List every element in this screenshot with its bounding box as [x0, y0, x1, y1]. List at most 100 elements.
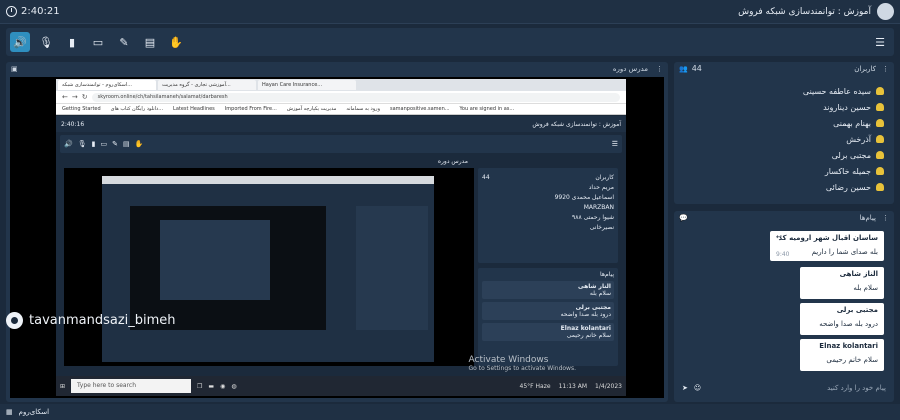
messages-header: 💬 پیام‌ها ⋮	[674, 211, 894, 224]
users-more-icon[interactable]: ⋮	[882, 65, 889, 73]
bookmark[interactable]: ورود به سمامانه	[346, 106, 380, 112]
task-view-icon[interactable]: ❐	[197, 383, 202, 390]
pen-button[interactable]: ✎	[114, 32, 134, 52]
inner-user: مریم حداد	[588, 184, 614, 191]
inner-message-name: Elnaz kolantari	[560, 325, 611, 332]
message[interactable]: ساسان اقبال شهر ارومیه کد بله صدای شما ر…	[770, 231, 884, 261]
user-item[interactable]: مجتبی برلی	[684, 147, 884, 163]
inner-user: اسماعیل محمدی 9920	[554, 194, 614, 201]
channel-watermark: tavanmandsazi_bimeh	[6, 312, 176, 329]
activate-windows-notice: Activate Windows Go to Settings to activ…	[469, 355, 576, 372]
bookmark[interactable]: Latest Headlines	[173, 106, 215, 112]
message-time: 9:40	[776, 251, 790, 258]
inner-user: MARZBAN	[583, 204, 614, 211]
user-item[interactable]: آذرخش	[684, 131, 884, 147]
top-bar: 2:40:21 آموزش : توانمندسازی شبکه فروش	[0, 0, 900, 24]
inner-message-body: درود بله صدا واضحه	[560, 311, 611, 318]
activate-subtitle: Go to Settings to activate Windows.	[468, 365, 576, 372]
message[interactable]: Elnaz kolantari سلام خانم رحیمی	[800, 339, 884, 371]
presenter-settings-icon[interactable]: ▣	[11, 65, 18, 73]
user-icon	[876, 167, 884, 175]
forward-arrow-icon[interactable]: →	[72, 93, 78, 101]
message-body: بله صدای شما را داریم	[811, 248, 878, 256]
message[interactable]: الناز شاهی سلام بله	[800, 267, 884, 299]
emoji-icon[interactable]: ☺	[694, 384, 701, 392]
user-name: حسین رضائی	[825, 182, 871, 192]
bookmark[interactable]: مدیریت یکپارچه آموزش	[287, 106, 336, 112]
watermark-text: tavanmandsazi_bimeh	[29, 313, 176, 328]
user-item[interactable]: جمیله خاکسار	[684, 163, 884, 179]
nested-screen	[102, 176, 434, 362]
user-item[interactable]: سیده عاطفه حسینی	[684, 83, 884, 99]
browser-tab[interactable]: آموزشی تجاری - گروه مدیریت...	[158, 80, 256, 90]
users-list: سیده عاطفه حسینی حسین دیناروند بهنام بهم…	[674, 75, 894, 203]
user-item[interactable]: بهنام بهمنی	[684, 115, 884, 131]
inner-user: شیوا رحمتی ۹۸۸	[572, 214, 614, 221]
user-item[interactable]: حسین رضائی	[684, 179, 884, 195]
presenter-more-icon[interactable]: ⋮	[656, 65, 663, 73]
camera-button[interactable]: ▮	[62, 32, 82, 52]
message-sender: الناز شاهی	[839, 270, 878, 278]
inner-message-body: سلام خانم رحیمی	[566, 332, 611, 339]
footer-brand: اسکای‌روم	[18, 408, 50, 416]
inner-user: نصیرخانی	[589, 224, 614, 231]
speaker-icon: 🔊	[13, 35, 27, 49]
file-explorer-icon[interactable]: ▬	[208, 383, 214, 390]
taskbar-search[interactable]: Type here to search	[71, 379, 192, 393]
speaker-button[interactable]: 🔊	[10, 32, 30, 52]
inner-users-panel: کاربران 44 مریم حداد اسماعیل محمدی 9920 …	[478, 168, 618, 263]
bookmark[interactable]: You are signed in as...	[460, 106, 515, 112]
inner-pen-icon: ✎	[112, 140, 118, 148]
inner-users-title: کاربران	[595, 174, 614, 181]
board-icon: ▤	[144, 35, 156, 49]
chrome-icon[interactable]: ◉	[220, 383, 225, 390]
message-input[interactable]: پیام خود را وارد کنید	[707, 384, 886, 392]
nested-stage-deep	[160, 220, 270, 300]
bookmark[interactable]: samanpositive.samen...	[390, 106, 450, 112]
reload-icon[interactable]: ↻	[82, 93, 88, 101]
presenter-header: ▣ مدرس دوره ⋮	[6, 62, 668, 75]
inner-mic-icon: 🎙	[77, 140, 87, 148]
firefox-icon[interactable]: ◍	[231, 383, 236, 390]
inner-presenter-title: مدرس دوره	[437, 158, 468, 165]
video-stage: اسکای‌روم - توانمندسازی شبکه... آموزشی ت…	[10, 77, 664, 398]
windows-start-icon[interactable]: ⊞	[60, 383, 65, 390]
inner-hamburger-icon: ☰	[611, 140, 618, 148]
inner-messages-title: پیام‌ها	[599, 271, 614, 278]
bookmark[interactable]: Getting Started	[62, 106, 101, 112]
send-icon[interactable]: ➤	[682, 384, 688, 392]
messages-more-icon[interactable]: ⋮	[882, 214, 889, 222]
user-icon	[876, 87, 884, 95]
shared-screen: اسکای‌روم - توانمندسازی شبکه... آموزشی ت…	[56, 79, 626, 396]
bookmark[interactable]: دانلود رایگان کتاب های...	[111, 106, 163, 112]
browser-tab[interactable]: اسکای‌روم - توانمندسازی شبکه...	[58, 80, 156, 90]
users-panel: 👥 44 کاربران ⋮ سیده عاطفه حسینی حسین دین…	[674, 62, 894, 204]
message-sender: Elnaz kolantari	[819, 342, 878, 350]
bookmark[interactable]: Imported From Fire...	[225, 106, 277, 112]
raise-hand-button[interactable]: ✋	[166, 32, 186, 52]
browser-tab-strip: اسکای‌روم - توانمندسازی شبکه... آموزشی ت…	[56, 79, 626, 91]
message-sender: مجتبی برلی	[836, 306, 878, 314]
menu-button[interactable]: ☰	[870, 32, 890, 52]
hamburger-icon: ☰	[875, 35, 885, 49]
inner-message: النار شاهی سلام بله	[482, 281, 614, 299]
message[interactable]: مجتبی برلی درود بله صدا واضحه	[800, 303, 884, 335]
inner-users-header: کاربران 44	[482, 174, 614, 181]
screen-share-button[interactable]: ▭	[88, 32, 108, 52]
board-button[interactable]: ▤	[140, 32, 160, 52]
user-name: مجتبی برلی	[831, 150, 871, 160]
user-name: آذرخش	[846, 134, 871, 144]
inner-screen-icon: ▭	[100, 140, 108, 148]
inner-top-bar: 2:40:16 آموزش : توانمندسازی شبکه فروش	[56, 116, 626, 132]
user-item[interactable]: حسین دیناروند	[684, 99, 884, 115]
user-icon	[876, 119, 884, 127]
inner-hand-icon: ✋	[134, 140, 144, 148]
back-arrow-icon[interactable]: ←	[62, 93, 68, 101]
inner-message-body: سلام بله	[589, 290, 611, 297]
reply-icon[interactable]: ↩	[776, 233, 782, 241]
browser-tab[interactable]: Hayan Care Insurance...	[258, 80, 356, 90]
url-field[interactable]: skyroom.online/ch/tahsilamaneh/salamat/d…	[91, 92, 620, 102]
avatar[interactable]	[877, 3, 894, 20]
mic-button[interactable]: 🎙	[36, 32, 56, 52]
messages-panel: 💬 پیام‌ها ⋮ ساسان اقبال شهر ارومیه کد بل…	[674, 211, 894, 402]
